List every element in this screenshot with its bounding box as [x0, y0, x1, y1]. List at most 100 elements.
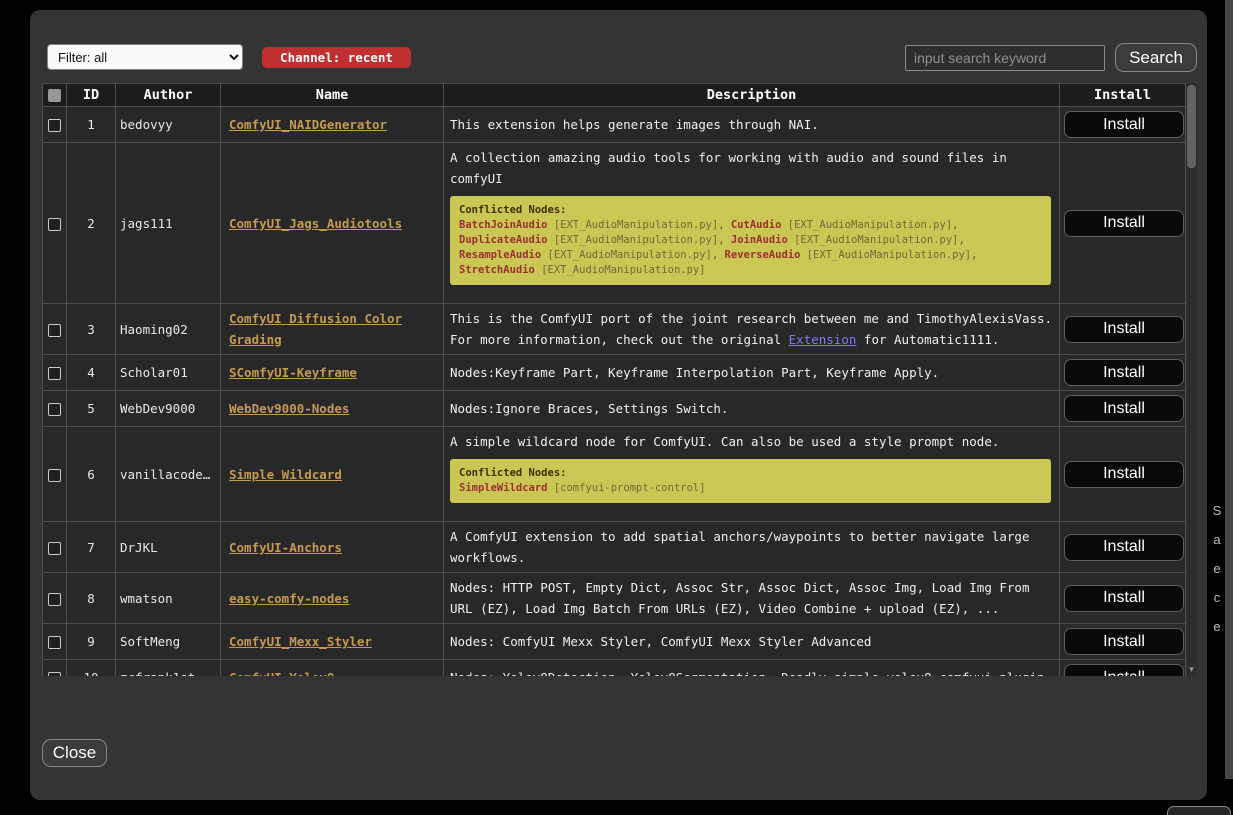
- install-button[interactable]: Install: [1064, 316, 1184, 343]
- row-checkbox[interactable]: [48, 469, 61, 482]
- extension-name-link[interactable]: WebDev9000-Nodes: [229, 401, 349, 416]
- nodes-table: ID Author Name Description Install 1bedo…: [42, 83, 1197, 676]
- description-text: Nodes: ComfyUI Mexx Styler, ComfyUI Mexx…: [450, 631, 1053, 652]
- row-checkbox[interactable]: [48, 636, 61, 649]
- extension-name-link[interactable]: easy-comfy-nodes: [229, 591, 349, 606]
- description-link[interactable]: Extension: [789, 332, 857, 347]
- table-row: 6vanillacode314Simple WildcardA simple w…: [43, 427, 1186, 522]
- install-button[interactable]: Install: [1064, 111, 1184, 138]
- row-description: A collection amazing audio tools for wor…: [444, 143, 1060, 304]
- row-description: This extension helps generate images thr…: [444, 107, 1060, 143]
- description-text: Nodes:Keyframe Part, Keyframe Interpolat…: [450, 362, 1053, 383]
- conflict-node-source: [EXT_AudioManipulation.py]: [554, 219, 718, 231]
- row-author: DrJKL: [116, 522, 221, 573]
- row-author: wmatson: [116, 573, 221, 624]
- edge-letter: S: [1210, 496, 1224, 525]
- install-button[interactable]: Install: [1064, 395, 1184, 422]
- row-checkbox[interactable]: [48, 672, 61, 676]
- row-checkbox[interactable]: [48, 324, 61, 337]
- row-checkbox[interactable]: [48, 593, 61, 606]
- scrollbar-down-arrow-icon[interactable]: ▾: [1186, 665, 1197, 675]
- row-description: A simple wildcard node for ComfyUI. Can …: [444, 427, 1060, 522]
- row-author: Haoming02: [116, 304, 221, 355]
- page-scrollbar[interactable]: [1225, 0, 1233, 779]
- col-header-description: Description: [444, 84, 1060, 107]
- install-button[interactable]: Install: [1064, 210, 1184, 237]
- row-checkbox[interactable]: [48, 403, 61, 416]
- install-button[interactable]: Install: [1064, 628, 1184, 655]
- description-text: Nodes:Ignore Braces, Settings Switch.: [450, 398, 1053, 419]
- table-row: 9SoftMengComfyUI_Mexx_StylerNodes: Comfy…: [43, 624, 1186, 660]
- col-header-name: Name: [221, 84, 444, 107]
- row-install-cell: Install: [1060, 427, 1186, 522]
- description-text: A simple wildcard node for ComfyUI. Can …: [450, 431, 1053, 452]
- row-install-cell: Install: [1060, 304, 1186, 355]
- search-button[interactable]: Search: [1115, 43, 1197, 72]
- row-author: WebDev9000: [116, 391, 221, 427]
- row-install-cell: Install: [1060, 391, 1186, 427]
- row-name-cell: easy-comfy-nodes: [221, 573, 444, 624]
- row-checkbox[interactable]: [48, 218, 61, 231]
- table-scrollbar[interactable]: ▾: [1185, 83, 1197, 676]
- table-row: 4Scholar01SComfyUI-KeyframeNodes:Keyfram…: [43, 355, 1186, 391]
- description-text: This extension helps generate images thr…: [450, 114, 1053, 135]
- conflict-node-source: [EXT_AudioManipulation.py]: [794, 234, 958, 246]
- row-select-cell: [43, 522, 67, 573]
- col-header-install: Install: [1060, 84, 1186, 107]
- row-id: 2: [67, 143, 116, 304]
- conflict-node-source: [comfyui-prompt-control]: [554, 482, 706, 494]
- row-checkbox[interactable]: [48, 367, 61, 380]
- conflict-node-name: StretchAudio: [459, 264, 535, 276]
- edge-letter: c: [1210, 583, 1224, 612]
- install-button[interactable]: Install: [1064, 461, 1184, 488]
- table-row: 10zcfrank1stComfyUI Yolov8Nodes: Yolov8D…: [43, 660, 1186, 677]
- table-row: 2jags111 ComfyUI_Jags_Audiotools A collect…: [43, 143, 1186, 304]
- row-name-cell: WebDev9000-Nodes: [221, 391, 444, 427]
- scrollbar-thumb[interactable]: [1187, 85, 1196, 168]
- table-row: 5WebDev9000WebDev9000-NodesNodes:Ignore …: [43, 391, 1186, 427]
- row-name-cell: ComfyUI_Mexx_Styler: [221, 624, 444, 660]
- description-text: A ComfyUI extension to add spatial ancho…: [450, 526, 1053, 568]
- select-all-checkbox[interactable]: [48, 89, 61, 102]
- row-author: vanillacode314: [116, 427, 221, 522]
- row-name-cell: Simple Wildcard: [221, 427, 444, 522]
- install-button[interactable]: Install: [1064, 359, 1184, 386]
- extension-name-link[interactable]: ComfyUI_Jags_Audiotools: [229, 216, 402, 231]
- row-checkbox[interactable]: [48, 119, 61, 132]
- conflict-node-source: [EXT_AudioManipulation.py]: [554, 234, 718, 246]
- row-name-cell: ComfyUI-Anchors: [221, 522, 444, 573]
- row-select-cell: [43, 107, 67, 143]
- extension-name-link[interactable]: ComfyUI_Mexx_Styler: [229, 634, 372, 649]
- conflict-node-source: [EXT_AudioManipulation.py]: [541, 264, 705, 276]
- install-button[interactable]: Install: [1064, 664, 1184, 676]
- install-button[interactable]: Install: [1064, 585, 1184, 612]
- row-select-cell: [43, 143, 67, 304]
- row-select-cell: [43, 304, 67, 355]
- row-install-cell: Install: [1060, 355, 1186, 391]
- conflict-node-source: [EXT_AudioManipulation.py]: [548, 249, 712, 261]
- nodes-table-grid: ID Author Name Description Install 1bedo…: [42, 83, 1186, 676]
- row-select-cell: [43, 660, 67, 677]
- close-button[interactable]: Close: [42, 739, 107, 767]
- edge-letter: e: [1210, 554, 1224, 583]
- row-select-cell: [43, 391, 67, 427]
- cutoff-corner-button[interactable]: [1167, 806, 1231, 815]
- install-button[interactable]: Install: [1064, 534, 1184, 561]
- extension-name-link[interactable]: ComfyUI-Anchors: [229, 540, 342, 555]
- search-input[interactable]: [905, 45, 1105, 71]
- extension-name-link[interactable]: Simple Wildcard: [229, 467, 342, 482]
- row-checkbox[interactable]: [48, 542, 61, 555]
- extension-name-link[interactable]: ComfyUI Yolov8: [229, 670, 334, 676]
- extension-name-link[interactable]: ComfyUI_NAIDGenerator: [229, 117, 387, 132]
- row-select-cell: [43, 427, 67, 522]
- col-header-id: ID: [67, 84, 116, 107]
- row-author: bedovyy: [116, 107, 221, 143]
- filter-select[interactable]: Filter: all: [47, 44, 243, 70]
- row-author: jags111: [116, 143, 221, 304]
- conflict-node-name: JoinAudio: [731, 234, 788, 246]
- edge-letter: e: [1210, 612, 1224, 641]
- extension-name-link[interactable]: SComfyUI-Keyframe: [229, 365, 357, 380]
- conflict-node-name: DuplicateAudio: [459, 234, 548, 246]
- extension-name-link[interactable]: ComfyUI Diffusion Color Grading: [229, 311, 402, 347]
- edge-letter: a: [1210, 525, 1224, 554]
